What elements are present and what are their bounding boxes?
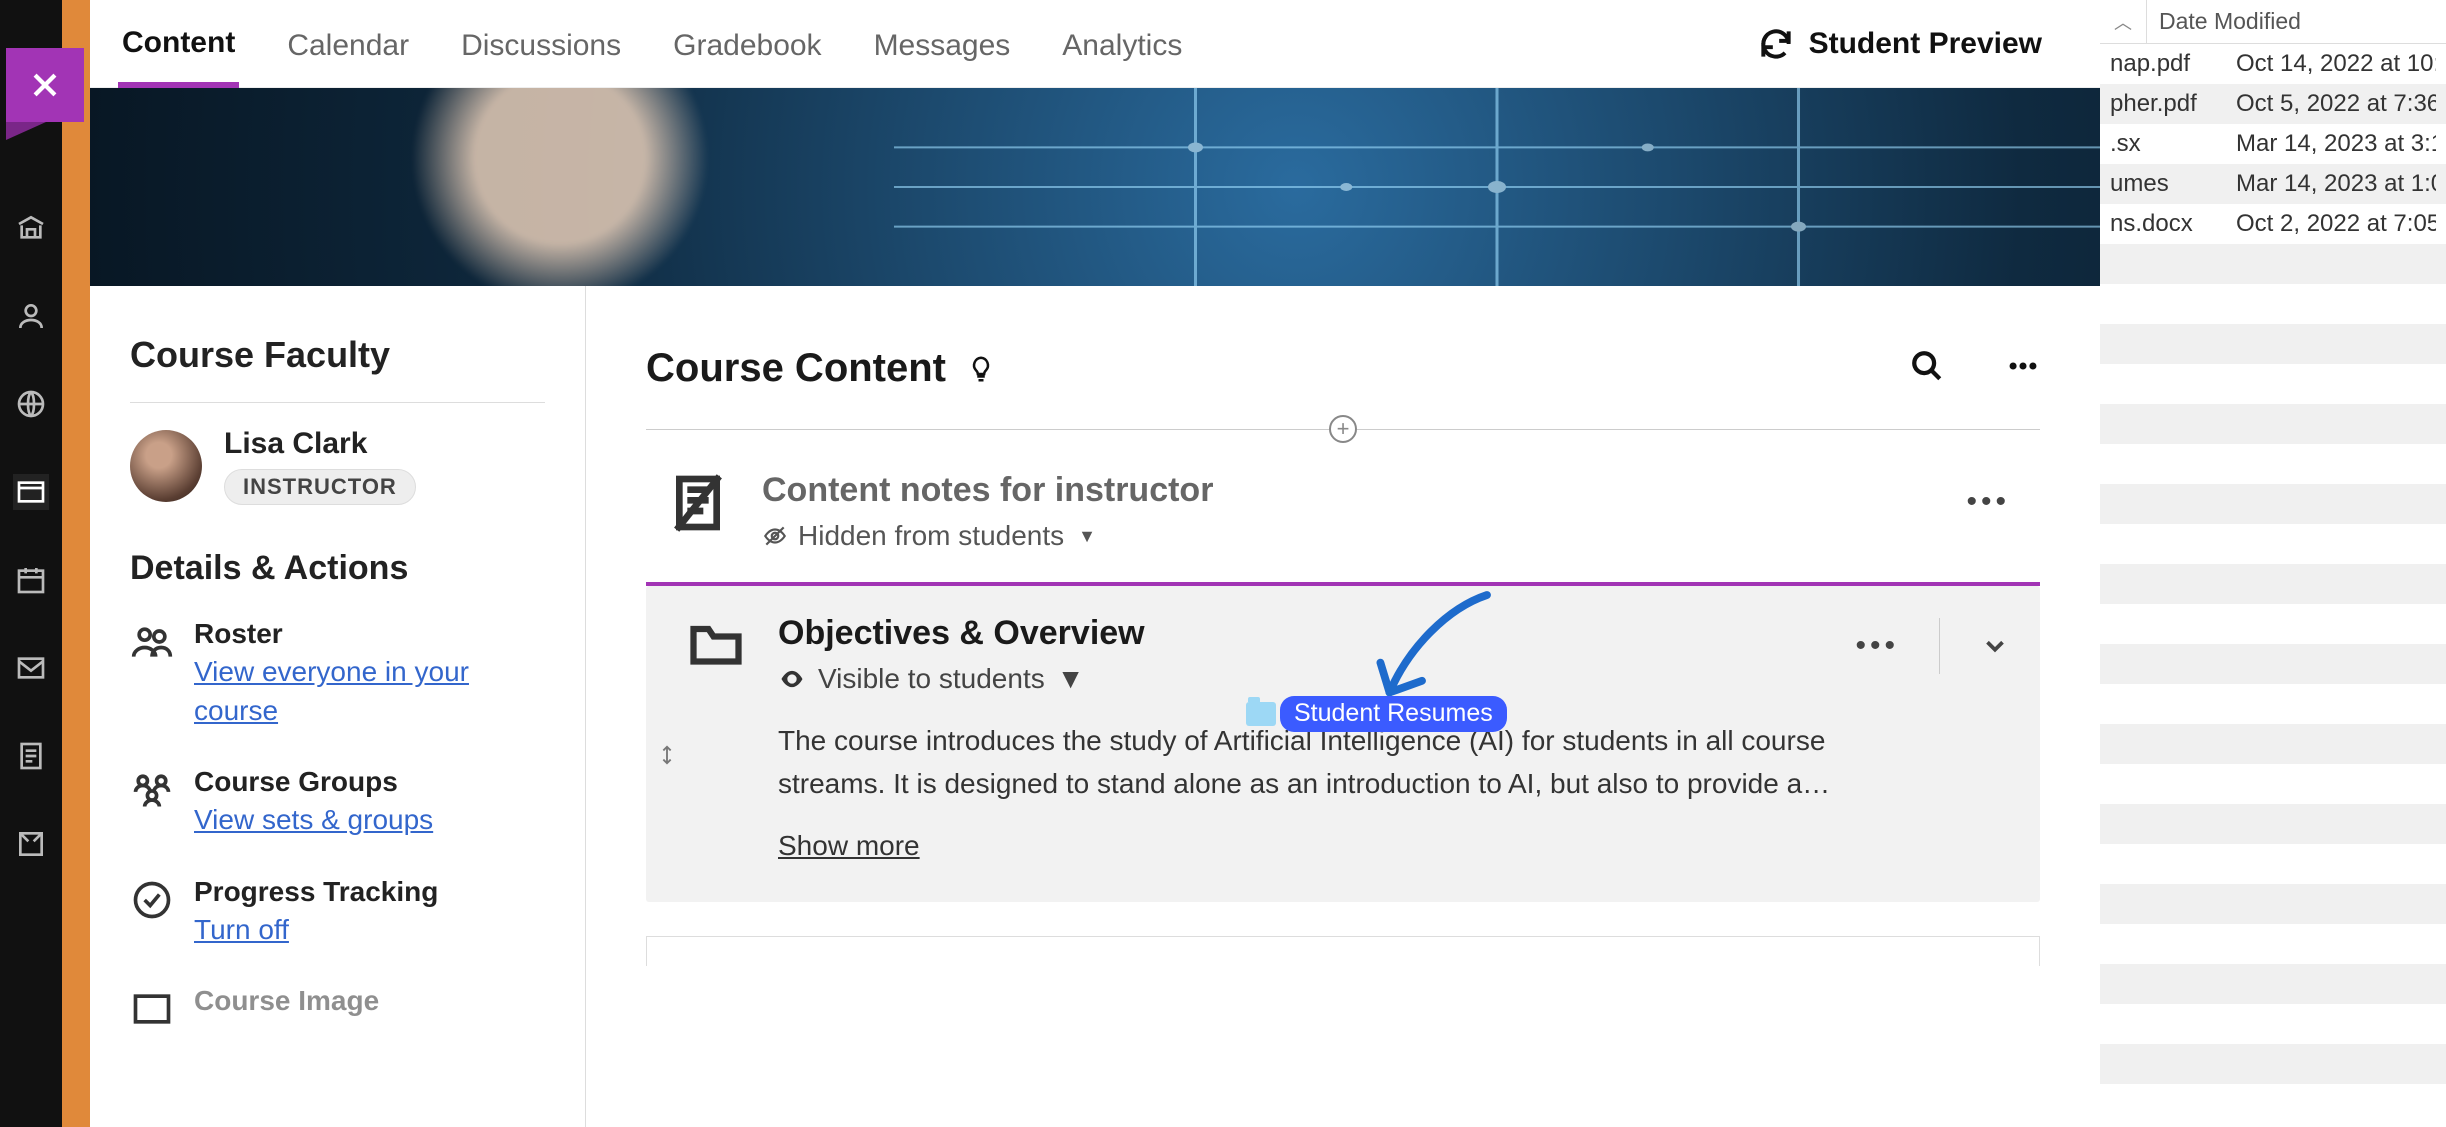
tab-gradebook[interactable]: Gradebook xyxy=(669,3,825,85)
tools-icon[interactable] xyxy=(13,826,49,862)
groups-icon xyxy=(130,768,174,812)
folder-icon xyxy=(1246,702,1276,726)
image-icon xyxy=(130,987,174,1031)
messages-icon[interactable] xyxy=(13,650,49,686)
details-sidebar: Course Faculty Lisa Clark INSTRUCTOR Det… xyxy=(90,286,586,1127)
action-groups: Course Groups View sets & groups xyxy=(130,766,545,839)
add-content-button[interactable]: + xyxy=(1329,415,1357,443)
student-preview-button[interactable]: Student Preview xyxy=(1757,25,2042,63)
progress-title: Progress Tracking xyxy=(194,876,438,908)
tab-calendar[interactable]: Calendar xyxy=(283,3,413,85)
course-faculty-heading: Course Faculty xyxy=(130,334,545,376)
item-menu-button[interactable]: ••• xyxy=(1855,629,1899,663)
file-date: Mar 14, 2023 at 1:0 xyxy=(2220,170,2436,198)
details-actions-heading: Details & Actions xyxy=(130,549,545,588)
file-row[interactable]: umesMar 14, 2023 at 1:0 xyxy=(2100,164,2446,204)
file-date: Oct 14, 2022 at 10: xyxy=(2220,50,2436,78)
content-item-notes[interactable]: Content notes for instructor Hidden from… xyxy=(646,443,2040,582)
reorder-handle[interactable] xyxy=(656,744,678,773)
content-menu-button[interactable] xyxy=(2006,349,2040,388)
roster-icon xyxy=(130,620,174,664)
file-date: Oct 2, 2022 at 7:05 xyxy=(2220,210,2436,238)
content-item-objectives[interactable]: Objectives & Overview Visible to student… xyxy=(646,586,2040,902)
file-name: ns.docx xyxy=(2110,210,2220,238)
column-date-modified[interactable]: Date Modified xyxy=(2146,0,2313,43)
annotation-arrow xyxy=(1370,582,1500,712)
content-item-description: The course introduces the study of Artif… xyxy=(778,719,1858,806)
file-name: .sx xyxy=(2110,130,2220,158)
file-date: Mar 14, 2023 at 3:1 xyxy=(2220,130,2436,158)
faculty-name: Lisa Clark xyxy=(224,427,416,461)
collapse-chevron-icon[interactable]: ︿ xyxy=(2100,9,2146,35)
courses-icon[interactable] xyxy=(13,474,49,510)
search-button[interactable] xyxy=(1910,349,1944,388)
file-name: umes xyxy=(2110,170,2220,198)
file-date: Oct 5, 2022 at 7:36 xyxy=(2220,90,2436,118)
activity-icon[interactable] xyxy=(13,386,49,422)
file-row[interactable]: pher.pdfOct 5, 2022 at 7:36 xyxy=(2100,84,2446,124)
insert-divider: + xyxy=(646,415,2040,443)
close-panel-button[interactable] xyxy=(6,48,84,122)
groups-title: Course Groups xyxy=(194,766,433,798)
file-name: pher.pdf xyxy=(2110,90,2220,118)
profile-icon[interactable] xyxy=(13,298,49,334)
close-icon xyxy=(28,68,62,102)
content-placeholder xyxy=(646,936,2040,966)
course-image-title: Course Image xyxy=(194,985,379,1017)
expand-chevron-icon[interactable] xyxy=(1980,631,2010,661)
institution-icon[interactable] xyxy=(13,210,49,246)
document-hidden-icon xyxy=(666,471,730,535)
tab-analytics[interactable]: Analytics xyxy=(1058,3,1186,85)
show-more-link[interactable]: Show more xyxy=(778,830,920,862)
calendar-icon[interactable] xyxy=(13,562,49,598)
student-preview-label: Student Preview xyxy=(1809,27,2042,61)
tab-content[interactable]: Content xyxy=(118,0,239,88)
file-list-header: ︿ Date Modified xyxy=(2100,0,2446,44)
progress-icon xyxy=(130,878,174,922)
drag-ghost: Student Resumes xyxy=(1246,696,1507,732)
folder-icon xyxy=(686,614,746,674)
visibility-toggle[interactable]: Hidden from students ▼ xyxy=(762,520,1213,552)
avatar xyxy=(130,430,202,502)
file-row[interactable]: nap.pdfOct 14, 2022 at 10: xyxy=(2100,44,2446,84)
chevron-down-icon: ▼ xyxy=(1057,663,1085,695)
grades-icon[interactable] xyxy=(13,738,49,774)
action-roster: Roster View everyone in your course xyxy=(130,618,545,730)
tab-discussions[interactable]: Discussions xyxy=(457,3,625,85)
action-course-image: Course Image xyxy=(130,985,545,1031)
item-menu-button[interactable]: ••• xyxy=(1966,485,2010,519)
file-row[interactable]: ns.docxOct 2, 2022 at 7:05 xyxy=(2100,204,2446,244)
content-item-title: Content notes for instructor xyxy=(762,471,1213,510)
file-row[interactable]: .sxMar 14, 2023 at 3:1 xyxy=(2100,124,2446,164)
tab-messages[interactable]: Messages xyxy=(870,3,1015,85)
refresh-icon xyxy=(1757,25,1795,63)
course-panel: Content Calendar Discussions Gradebook M… xyxy=(62,0,2100,1127)
chevron-down-icon: ▼ xyxy=(1078,526,1096,547)
faculty-row[interactable]: Lisa Clark INSTRUCTOR xyxy=(130,427,545,505)
roster-link[interactable]: View everyone in your course xyxy=(194,652,545,730)
page-title: Course Content xyxy=(646,346,946,391)
action-progress: Progress Tracking Turn off xyxy=(130,876,545,949)
progress-link[interactable]: Turn off xyxy=(194,910,438,949)
role-badge: INSTRUCTOR xyxy=(224,469,416,505)
roster-title: Roster xyxy=(194,618,545,650)
app-rail xyxy=(0,0,62,1127)
groups-link[interactable]: View sets & groups xyxy=(194,800,433,839)
file-list-panel: ︿ Date Modified nap.pdfOct 14, 2022 at 1… xyxy=(2100,0,2446,1127)
visible-eye-icon xyxy=(778,665,806,693)
file-name: nap.pdf xyxy=(2110,50,2220,78)
lightbulb-icon[interactable] xyxy=(966,354,996,384)
course-tabs: Content Calendar Discussions Gradebook M… xyxy=(90,0,2100,88)
course-banner xyxy=(90,88,2100,286)
drag-ghost-label: Student Resumes xyxy=(1280,696,1507,732)
hidden-eye-icon xyxy=(762,523,788,549)
